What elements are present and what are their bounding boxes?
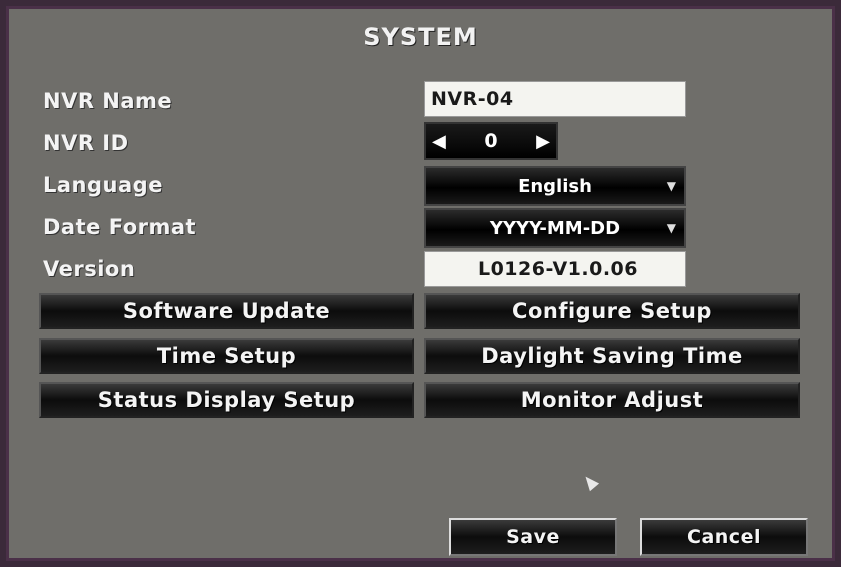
language-label: Language bbox=[43, 173, 163, 197]
configure-setup-button[interactable]: Configure Setup bbox=[424, 293, 800, 329]
system-dialog: SYSTEM NVR Name NVR-04 NVR ID ◀ 0 ▶ Lang… bbox=[6, 6, 835, 561]
nvr-id-stepper[interactable]: ◀ 0 ▶ bbox=[424, 122, 558, 160]
version-label: Version bbox=[43, 257, 136, 281]
version-field: L0126-V1.0.06 bbox=[424, 251, 686, 287]
save-button[interactable]: Save bbox=[449, 518, 617, 556]
status-display-setup-button[interactable]: Status Display Setup bbox=[39, 382, 414, 418]
nvr-name-field[interactable]: NVR-04 bbox=[424, 81, 686, 117]
date-format-label: Date Format bbox=[43, 215, 197, 239]
daylight-saving-time-button[interactable]: Daylight Saving Time bbox=[424, 338, 800, 374]
dialog-title: SYSTEM bbox=[363, 23, 478, 51]
language-dropdown[interactable]: English ▼ bbox=[424, 166, 686, 206]
left-arrow-icon[interactable]: ◀ bbox=[432, 131, 446, 152]
date-format-dropdown[interactable]: YYYY-MM-DD ▼ bbox=[424, 208, 686, 248]
chevron-down-icon: ▼ bbox=[666, 221, 676, 235]
date-format-value: YYYY-MM-DD bbox=[489, 217, 621, 239]
cancel-button[interactable]: Cancel bbox=[640, 518, 808, 556]
nvr-name-label: NVR Name bbox=[43, 89, 173, 113]
chevron-down-icon: ▼ bbox=[666, 179, 676, 193]
language-value: English bbox=[518, 175, 592, 197]
monitor-adjust-button[interactable]: Monitor Adjust bbox=[424, 382, 800, 418]
software-update-button[interactable]: Software Update bbox=[39, 293, 414, 329]
mouse-pointer-icon bbox=[580, 472, 600, 492]
nvr-id-label: NVR ID bbox=[43, 131, 129, 155]
right-arrow-icon[interactable]: ▶ bbox=[536, 131, 550, 152]
nvr-id-value: 0 bbox=[484, 130, 498, 152]
time-setup-button[interactable]: Time Setup bbox=[39, 338, 414, 374]
